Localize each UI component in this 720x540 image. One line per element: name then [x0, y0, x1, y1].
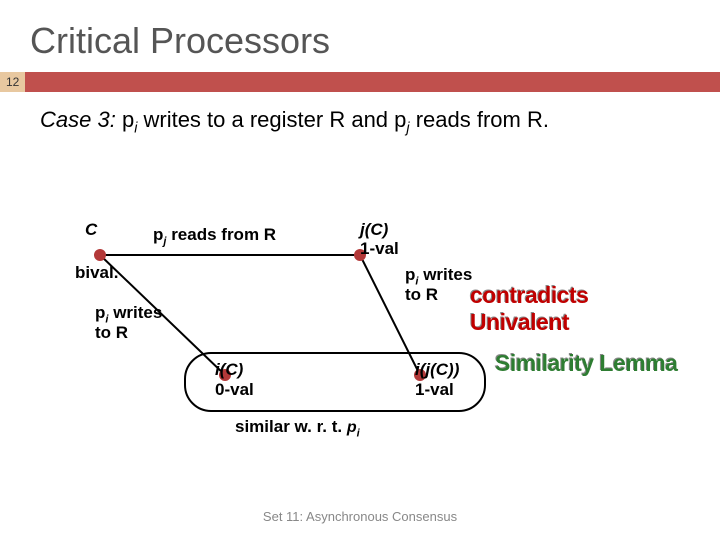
label-0val: 0-val — [215, 380, 254, 400]
diagram: C bival. pj reads from R j(C) 1-val pi w… — [60, 195, 680, 475]
pi-r: p — [405, 265, 415, 284]
label-toR-r: to R — [405, 285, 438, 305]
slide-title: Critical Processors — [0, 0, 720, 72]
similar-sub: i — [357, 427, 360, 439]
case-prefix: Case 3: — [40, 107, 122, 132]
label-pj-reads: pj reads from R — [153, 225, 276, 247]
label-ijc: i(j(C)) — [415, 360, 459, 380]
node-c — [94, 249, 106, 261]
label-1val-bot: 1-val — [415, 380, 454, 400]
wordart-similarity: Similarity Lemma — [495, 350, 677, 377]
mid: writes to a register R and p — [137, 107, 406, 132]
label-ic: i(C) — [215, 360, 243, 380]
pj: p — [153, 225, 163, 244]
pi-l: p — [95, 303, 105, 322]
similar-a: similar w. r. t. — [235, 417, 347, 436]
similar-b: p — [347, 419, 357, 436]
label-similar: similar w. r. t. pi — [235, 417, 360, 439]
pi-r-tail: writes — [418, 265, 472, 284]
case-3-text: Case 3: pi writes to a register R and pj… — [0, 92, 720, 148]
label-toR-l: to R — [95, 323, 128, 343]
label-jc: j(C) — [360, 220, 388, 240]
label-c: C — [85, 220, 97, 240]
label-1val-top: 1-val — [360, 239, 399, 259]
page-number: 12 — [0, 72, 25, 92]
pi-l-tail: writes — [108, 303, 162, 322]
pi-a: p — [122, 107, 134, 132]
pj-tail: reads from R — [166, 225, 276, 244]
wordart-contradicts: contradicts Univalent — [470, 282, 680, 336]
tail: reads from R. — [410, 107, 549, 132]
slide-footer: Set 11: Asynchronous Consensus — [0, 509, 720, 524]
label-bival: bival. — [75, 263, 118, 283]
page-bar: 12 — [0, 72, 720, 92]
